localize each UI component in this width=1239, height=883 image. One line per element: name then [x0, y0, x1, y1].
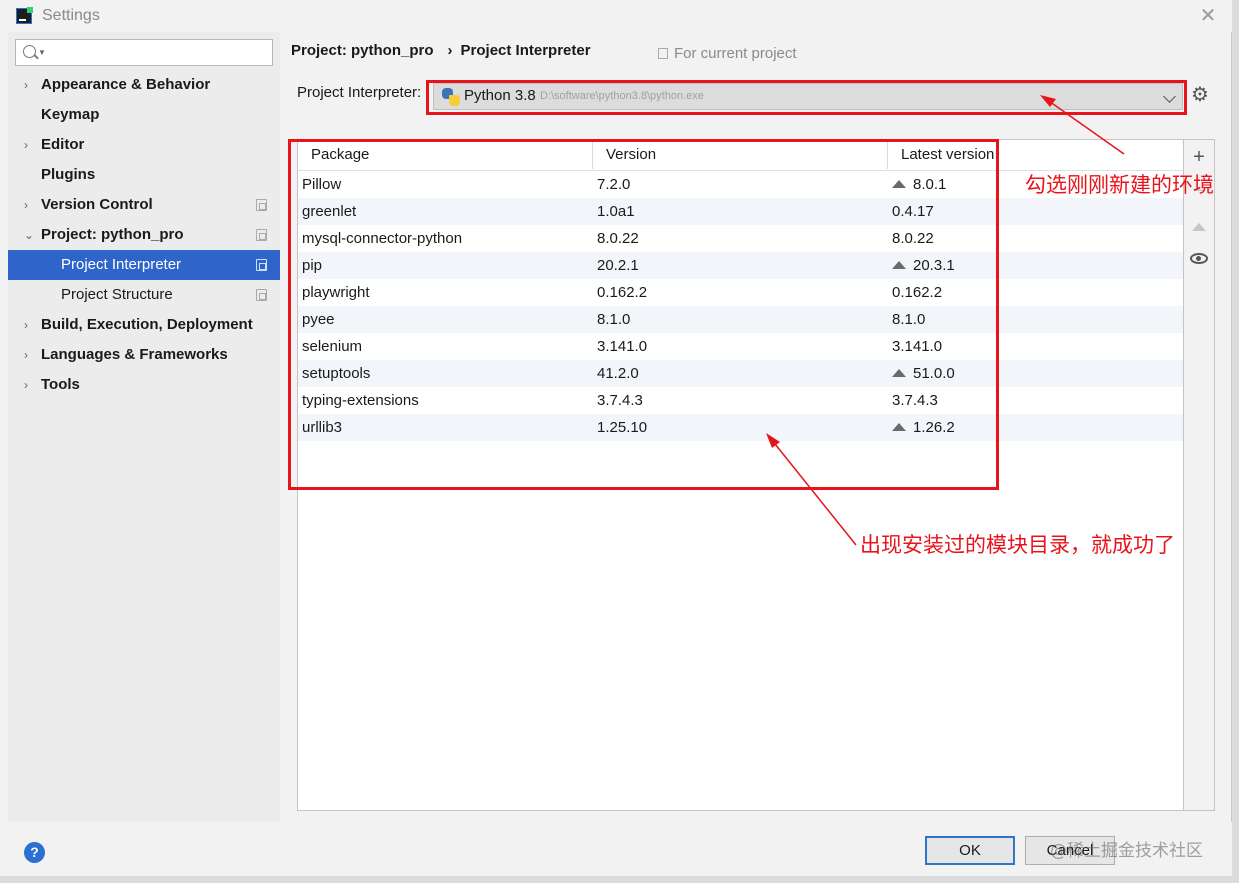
background-edge	[0, 876, 1239, 883]
background-edge	[1232, 0, 1239, 883]
arrow-line-1	[1045, 98, 1125, 155]
arrow-line-2	[770, 438, 857, 546]
annotation-note-2: 出现安装过的模块目录，就成功了	[860, 533, 1175, 557]
annotation-note-1: 勾选刚刚新建的环境	[1025, 173, 1214, 197]
annotation-arrows	[766, 95, 1125, 546]
arrow-head-2	[766, 433, 780, 448]
